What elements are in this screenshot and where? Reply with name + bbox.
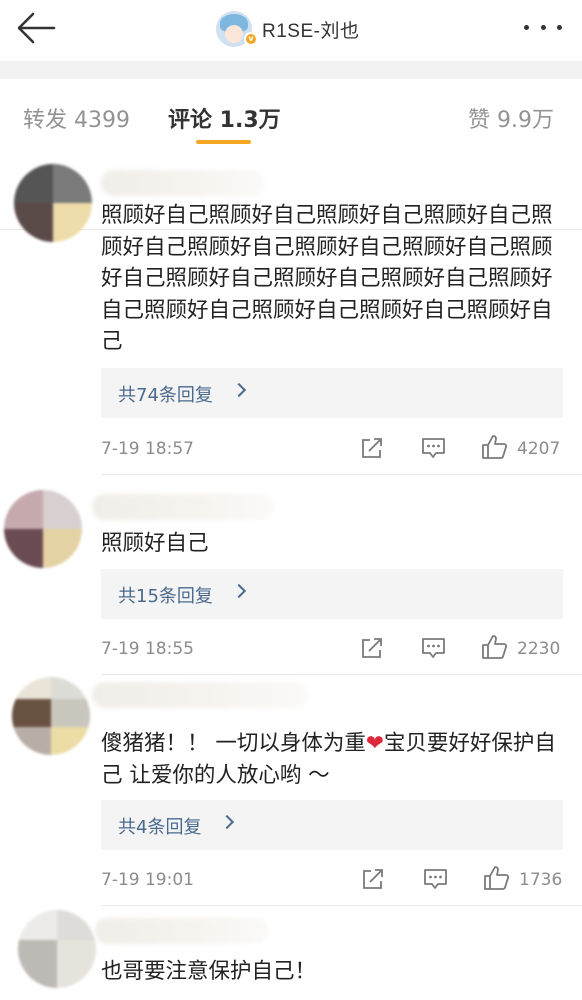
- like-count: 1736: [519, 870, 563, 890]
- like-icon[interactable]: [481, 634, 508, 660]
- divider: [101, 674, 582, 675]
- back-arrow-icon[interactable]: [14, 10, 58, 46]
- comment-icon[interactable]: [421, 437, 446, 460]
- comment-text: 照顾好自己照顾好自己照顾好自己照顾好自己照顾好自己照顾好自己照顾好自己照顾好自己…: [101, 203, 553, 354]
- comment-text: 照顾好自己: [101, 531, 209, 556]
- tab-likes[interactable]: 赞 9.9万: [468, 102, 554, 134]
- comment-text: 也哥要注意保护自己！: [101, 959, 317, 984]
- replies-label: 共4条回复: [118, 817, 202, 838]
- avatar[interactable]: [4, 490, 82, 568]
- avatar[interactable]: [14, 164, 92, 242]
- replies-label: 共15条回复: [118, 586, 213, 607]
- comment-time: 7-19 18:55: [101, 639, 194, 659]
- comment-time: 7-19 19:01: [101, 870, 194, 890]
- replies-link[interactable]: 共74条回复: [101, 368, 563, 418]
- tab-bar: 转发 4399 评论 1.3万 赞 9.9万: [0, 80, 582, 230]
- username-blurred[interactable]: [92, 682, 308, 708]
- like-icon[interactable]: [483, 865, 510, 891]
- replies-link[interactable]: 共15条回复: [101, 569, 563, 619]
- red-heart-icon: ❤: [365, 731, 384, 756]
- divider: [101, 474, 582, 475]
- chevron-right-icon: [231, 583, 247, 599]
- like-count: 2230: [517, 639, 561, 659]
- active-tab-indicator: [196, 140, 251, 144]
- avatar[interactable]: [18, 910, 96, 988]
- page-title: R1SE-刘也: [262, 20, 360, 42]
- username-blurred[interactable]: [95, 918, 269, 944]
- avatar[interactable]: [12, 677, 90, 755]
- chevron-right-icon: [231, 382, 247, 398]
- share-icon[interactable]: [361, 867, 385, 891]
- like-icon[interactable]: [481, 434, 508, 460]
- top-bar: R1SE-刘也 v: [0, 0, 582, 60]
- username-blurred[interactable]: [92, 494, 274, 520]
- more-options-icon[interactable]: [524, 20, 562, 34]
- replies-label: 共74条回复: [118, 385, 213, 406]
- tab-reposts[interactable]: 转发 4399: [23, 102, 130, 134]
- tab-comments[interactable]: 评论 1.3万: [168, 102, 281, 134]
- comment-icon[interactable]: [421, 637, 446, 660]
- title-group[interactable]: R1SE-刘也: [216, 9, 359, 49]
- chevron-right-icon: [219, 814, 235, 830]
- username-blurred[interactable]: [101, 170, 265, 196]
- verified-badge-icon: v: [244, 32, 258, 46]
- share-icon[interactable]: [360, 636, 384, 660]
- comment-time: 7-19 18:57: [101, 439, 194, 459]
- replies-link[interactable]: 共4条回复: [101, 800, 563, 850]
- like-count: 4207: [517, 439, 561, 459]
- divider: [101, 905, 582, 906]
- comment-text: 傻猪猪！！ 一切以身体为重❤宝贝要好好保护自己 让爱你的人放心哟 ～: [101, 731, 556, 788]
- share-icon[interactable]: [360, 436, 384, 460]
- section-separator: [0, 61, 582, 79]
- comment-icon[interactable]: [423, 868, 448, 891]
